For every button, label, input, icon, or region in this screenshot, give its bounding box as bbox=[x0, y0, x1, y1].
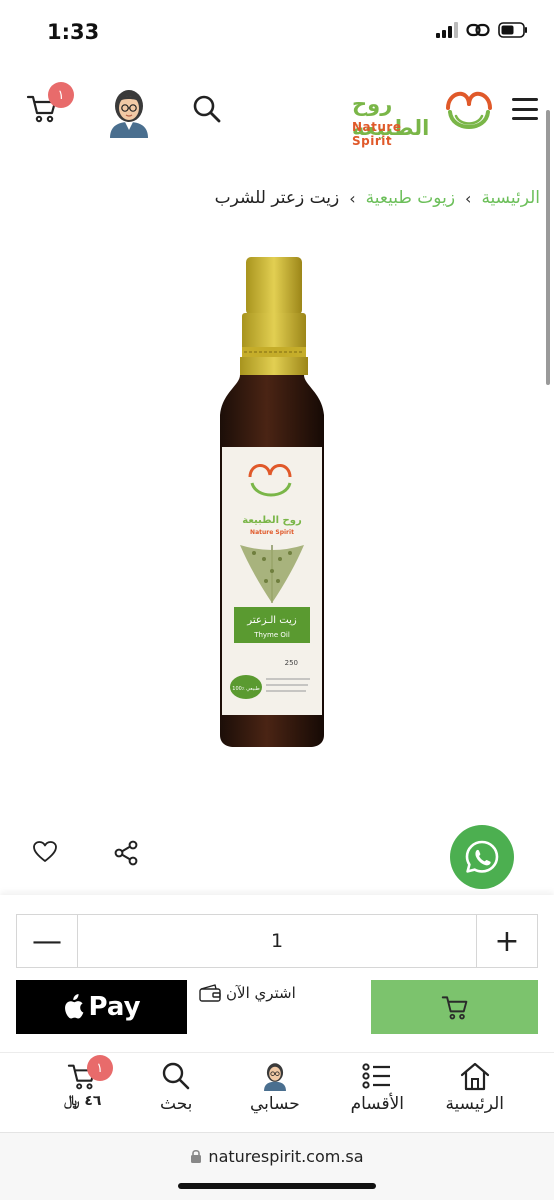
whatsapp-icon bbox=[465, 840, 499, 873]
apple-pay-label: Pay bbox=[88, 992, 141, 1022]
oil-bottle-image: روح الطبيعة Nature Spirit زيت الـزعتر Th… bbox=[220, 257, 324, 747]
cart-icon bbox=[441, 996, 467, 1020]
home-icon bbox=[460, 1062, 489, 1091]
quantity-stepper: — 1 + bbox=[16, 914, 538, 968]
nav-item-home[interactable]: الرئيسية bbox=[445, 1061, 504, 1114]
quantity-input[interactable]: 1 bbox=[77, 915, 477, 967]
increase-quantity-button[interactable]: + bbox=[477, 915, 537, 967]
nav-item-account[interactable]: حسابي bbox=[250, 1061, 300, 1114]
nav-item-cart[interactable]: ١ ٤٦ ﷼ bbox=[64, 1055, 113, 1109]
breadcrumb: الرئيسية ‹ زيوت طبيعية ‹ زيت زعتر للشرب bbox=[215, 188, 540, 208]
nav-item-categories[interactable]: الأقسام bbox=[351, 1061, 404, 1114]
label-name-ar: زيت الـزعتر bbox=[246, 615, 297, 626]
nav-label-categories: الأقسام bbox=[350, 1094, 404, 1114]
menu-icon bbox=[512, 98, 538, 101]
chevron-left-icon: ‹ bbox=[349, 188, 356, 208]
nav-label-home: الرئيسية bbox=[445, 1094, 504, 1114]
wallet-icon bbox=[199, 984, 221, 1002]
logo-mark-icon bbox=[446, 92, 492, 129]
page-scrollbar[interactable] bbox=[546, 110, 550, 385]
buy-now-label: اشتري الآن bbox=[226, 984, 296, 1002]
site-logo[interactable]: روح الطبيعة Nature Spirit bbox=[352, 84, 496, 148]
share-icon bbox=[114, 840, 138, 866]
breadcrumb-category[interactable]: زيوت طبيعية bbox=[366, 188, 455, 208]
home-indicator bbox=[178, 1183, 376, 1189]
apple-pay-button[interactable]: Pay bbox=[16, 980, 187, 1034]
label-brand-en: Nature Spirit bbox=[250, 529, 294, 536]
nav-cart-icon-wrap: ١ bbox=[67, 1055, 113, 1091]
signal-icon bbox=[436, 22, 458, 38]
account-avatar[interactable] bbox=[106, 86, 152, 138]
breadcrumb-home[interactable]: الرئيسية bbox=[481, 188, 540, 208]
buy-now-button[interactable]: اشتري الآن bbox=[198, 983, 296, 1003]
nav-cart-count-badge: ١ bbox=[86, 1055, 113, 1081]
breadcrumb-current: زيت زعتر للشرب bbox=[214, 188, 340, 208]
url-text: naturespirit.com.sa bbox=[0, 1147, 554, 1166]
status-bar: 1:33 bbox=[0, 0, 554, 64]
link-icon bbox=[466, 23, 490, 37]
menu-button[interactable] bbox=[512, 98, 538, 120]
user-avatar-icon bbox=[263, 1063, 286, 1091]
nav-item-search[interactable]: بحث bbox=[160, 1061, 192, 1114]
nav-label-search: بحث bbox=[160, 1094, 193, 1114]
list-icon bbox=[362, 1063, 391, 1089]
bottom-nav: الرئيسية الأقسام حسابي بحث ١ ٤٦ ﷼ bbox=[0, 1052, 554, 1132]
wishlist-button[interactable] bbox=[32, 840, 60, 866]
logo-text-english: Nature Spirit bbox=[352, 120, 402, 148]
share-button[interactable] bbox=[112, 839, 140, 867]
browser-url-bar[interactable]: naturespirit.com.sa bbox=[0, 1132, 554, 1200]
user-avatar-icon bbox=[110, 90, 148, 138]
search-icon bbox=[163, 1062, 190, 1090]
site-header: ١ روح الطبيعة Nature Spirit bbox=[0, 66, 554, 156]
label-badge: 100٪ طبيعي bbox=[232, 686, 259, 692]
header-cart-button[interactable]: ١ bbox=[26, 82, 74, 124]
status-icons bbox=[436, 22, 528, 38]
add-to-cart-button[interactable] bbox=[371, 980, 538, 1034]
lock-icon bbox=[191, 1149, 202, 1163]
nav-label-account: حسابي bbox=[250, 1094, 300, 1114]
status-time: 1:33 bbox=[47, 20, 100, 44]
purchase-panel: — 1 + Pay اشتري الآن bbox=[0, 895, 554, 1055]
cart-count-badge: ١ bbox=[48, 82, 74, 108]
product-image[interactable]: روح الطبيعة Nature Spirit زيت الـزعتر Th… bbox=[210, 255, 334, 750]
heart-icon bbox=[33, 841, 57, 862]
url-domain: naturespirit.com.sa bbox=[208, 1147, 364, 1166]
apple-logo-icon bbox=[65, 994, 84, 1019]
label-size: 250 bbox=[285, 659, 298, 667]
decrease-quantity-button[interactable]: — bbox=[17, 915, 77, 967]
search-icon bbox=[193, 95, 221, 123]
label-name-en: Thyme Oil bbox=[253, 631, 290, 639]
chevron-left-icon: ‹ bbox=[465, 188, 472, 208]
whatsapp-button[interactable] bbox=[450, 825, 514, 889]
header-search-button[interactable] bbox=[192, 94, 222, 124]
label-brand-ar: روح الطبيعة bbox=[242, 515, 302, 526]
battery-icon bbox=[498, 22, 527, 38]
nav-cart-total: ٤٦ ﷼ bbox=[64, 1093, 102, 1109]
